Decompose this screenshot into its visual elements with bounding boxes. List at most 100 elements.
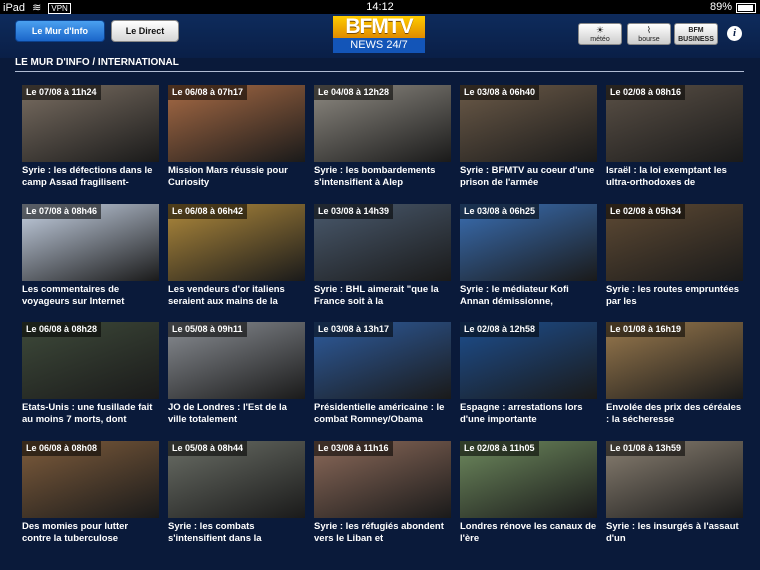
status-bar: iPad ≋ VPN 14:12 89% [0,0,760,14]
news-thumbnail[interactable]: Le 07/08 à 08h46 [22,204,159,281]
news-headline[interactable]: Londres rénove les canaux de l'ère [460,521,597,547]
news-card[interactable]: Le 02/08 à 11h05 Londres rénove les canau… [460,441,597,547]
news-thumbnail[interactable]: Le 03/08 à 06h40 [460,85,597,162]
news-date: Le 04/08 à 12h28 [314,85,394,100]
news-thumbnail[interactable]: Le 03/08 à 06h25 [460,204,597,281]
bourse-button[interactable]: ⌇ bourse [627,23,671,45]
news-headline[interactable]: Syrie : les défections dans le camp Assa… [22,165,159,191]
news-thumbnail[interactable]: Le 03/08 à 11h16 [314,441,451,518]
news-date: Le 06/08 à 08h08 [22,441,102,456]
news-headline[interactable]: Syrie : les combats s'intensifient dans … [168,521,305,547]
news-card[interactable]: Le 04/08 à 12h28 Syrie : les bombardement… [314,85,451,191]
battery-percent: 89% [709,1,732,13]
section-title: LE MUR D'INFO / INTERNATIONAL [15,57,179,68]
news-card[interactable]: Le 03/08 à 06h25 Syrie : le médiateur Kof… [460,204,597,310]
news-card[interactable]: Le 07/08 à 08h46 Les commentaires de voya… [22,204,159,310]
news-date: Le 02/08 à 05h34 [606,204,686,219]
battery-icon [736,3,756,13]
news-date: Le 05/08 à 09h11 [168,322,247,337]
news-card[interactable]: Le 06/08 à 07h17 Mission Mars réussie pou… [168,85,305,191]
logo-top: BFMTV [333,16,425,38]
news-card[interactable]: Le 03/08 à 11h16 Syrie : les réfugiés abo… [314,441,451,547]
info-icon[interactable]: i [727,26,742,41]
news-headline[interactable]: Syrie : BHL aimerait "que la France soit… [314,284,451,310]
logo-bottom: NEWS 24/7 [333,38,425,53]
status-time: 14:12 [366,1,394,13]
bourse-label: bourse [638,36,660,43]
news-headline[interactable]: Des momies pour lutter contre la tubercu… [22,521,159,547]
news-date: Le 07/08 à 11h24 [22,85,101,100]
news-headline[interactable]: Présidentielle américaine : le combat Ro… [314,402,451,428]
news-thumbnail[interactable]: Le 06/08 à 07h17 [168,85,305,162]
news-thumbnail[interactable]: Le 05/08 à 09h11 [168,322,305,399]
news-card[interactable]: Le 05/08 à 09h11 JO de Londres : l'Est de… [168,322,305,428]
news-headline[interactable]: Mission Mars réussie pour Curiosity [168,165,305,191]
news-thumbnail[interactable]: Le 05/08 à 08h44 [168,441,305,518]
news-card[interactable]: Le 01/08 à 16h19 Envolée des prix des cér… [606,322,743,428]
news-date: Le 03/08 à 14h39 [314,204,394,219]
news-date: Le 02/08 à 11h05 [460,441,539,456]
news-date: Le 03/08 à 11h16 [314,441,393,456]
news-thumbnail[interactable]: Le 02/08 à 11h05 [460,441,597,518]
meteo-button[interactable]: ☀ météo [578,23,622,45]
news-headline[interactable]: Syrie : BFMTV au coeur d'une prison de l… [460,165,597,191]
news-thumbnail[interactable]: Le 06/08 à 08h28 [22,322,159,399]
news-headline[interactable]: Israël : la loi exemptant les ultra-orth… [606,165,743,191]
news-card[interactable]: Le 06/08 à 06h42 Les vendeurs d'or italie… [168,204,305,310]
news-card[interactable]: Le 03/08 à 14h39 Syrie : BHL aimerait "qu… [314,204,451,310]
news-thumbnail[interactable]: Le 07/08 à 11h24 [22,85,159,162]
news-thumbnail[interactable]: Le 01/08 à 13h59 [606,441,743,518]
news-date: Le 01/08 à 16h19 [606,322,686,337]
news-card[interactable]: Le 06/08 à 08h08 Des momies pour lutter c… [22,441,159,547]
app-header: Le Mur d'Info Le Direct BFMTV NEWS 24/7 … [0,14,760,58]
news-date: Le 07/08 à 08h46 [22,204,102,219]
divider [15,71,744,72]
news-thumbnail[interactable]: Le 02/08 à 08h16 [606,85,743,162]
bfm-business-label: BFM BUSINESS [678,27,714,43]
news-headline[interactable]: Espagne : arrestations lors d'une import… [460,402,597,428]
news-thumbnail[interactable]: Le 03/08 à 13h17 [314,322,451,399]
news-headline[interactable]: JO de Londres : l'Est de la ville totale… [168,402,305,428]
news-headline[interactable]: Syrie : les bombardements s'intensifient… [314,165,451,191]
news-thumbnail[interactable]: Le 01/08 à 16h19 [606,322,743,399]
news-card[interactable]: Le 02/08 à 12h58 Espagne : arrestations l… [460,322,597,428]
news-card[interactable]: Le 02/08 à 05h34 Syrie : les routes empru… [606,204,743,310]
news-headline[interactable]: Envolée des prix des céréales : la séche… [606,402,743,428]
news-headline[interactable]: Syrie : le médiateur Kofi Annan démissio… [460,284,597,310]
news-date: Le 06/08 à 07h17 [168,85,248,100]
news-thumbnail[interactable]: Le 02/08 à 05h34 [606,204,743,281]
news-date: Le 01/08 à 13h59 [606,441,686,456]
sun-icon: ☀ [595,25,605,35]
news-card[interactable]: Le 06/08 à 08h28 Etats-Unis : une fusilla… [22,322,159,428]
news-thumbnail[interactable]: Le 06/08 à 06h42 [168,204,305,281]
bfmtv-logo: BFMTV NEWS 24/7 [333,16,425,54]
bfm-business-button[interactable]: BFM BUSINESS [674,23,718,45]
news-headline[interactable]: Les commentaires de voyageurs sur Intern… [22,284,159,310]
news-card[interactable]: Le 05/08 à 08h44 Syrie : les combats s'in… [168,441,305,547]
news-date: Le 06/08 à 06h42 [168,204,248,219]
news-thumbnail[interactable]: Le 03/08 à 14h39 [314,204,451,281]
tab-direct[interactable]: Le Direct [111,20,179,42]
news-date: Le 03/08 à 06h25 [460,204,540,219]
news-date: Le 03/08 à 13h17 [314,322,394,337]
news-date: Le 02/08 à 12h58 [460,322,540,337]
news-card[interactable]: Le 02/08 à 08h16 Israël : la loi exemptan… [606,85,743,191]
news-thumbnail[interactable]: Le 02/08 à 12h58 [460,322,597,399]
news-card[interactable]: Le 07/08 à 11h24 Syrie : les défections d… [22,85,159,191]
news-headline[interactable]: Syrie : les routes empruntées par les [606,284,743,310]
meteo-label: météo [590,36,610,43]
news-card[interactable]: Le 01/08 à 13h59 Syrie : les insurgés à l… [606,441,743,547]
news-card[interactable]: Le 03/08 à 13h17 Présidentielle américain… [314,322,451,428]
news-card[interactable]: Le 03/08 à 06h40 Syrie : BFMTV au coeur d… [460,85,597,191]
news-thumbnail[interactable]: Le 06/08 à 08h08 [22,441,159,518]
news-headline[interactable]: Syrie : les réfugiés abondent vers le Li… [314,521,451,547]
news-headline[interactable]: Syrie : les insurgés à l'assaut d'un [606,521,743,547]
news-headline[interactable]: Les vendeurs d'or italiens seraient aux … [168,284,305,310]
news-headline[interactable]: Etats-Unis : une fusillade fait au moins… [22,402,159,428]
chart-icon: ⌇ [646,25,652,35]
news-thumbnail[interactable]: Le 04/08 à 12h28 [314,85,451,162]
tab-mur-info[interactable]: Le Mur d'Info [15,20,105,42]
news-date: Le 03/08 à 06h40 [460,85,540,100]
news-date: Le 02/08 à 08h16 [606,85,686,100]
news-date: Le 06/08 à 08h28 [22,322,102,337]
